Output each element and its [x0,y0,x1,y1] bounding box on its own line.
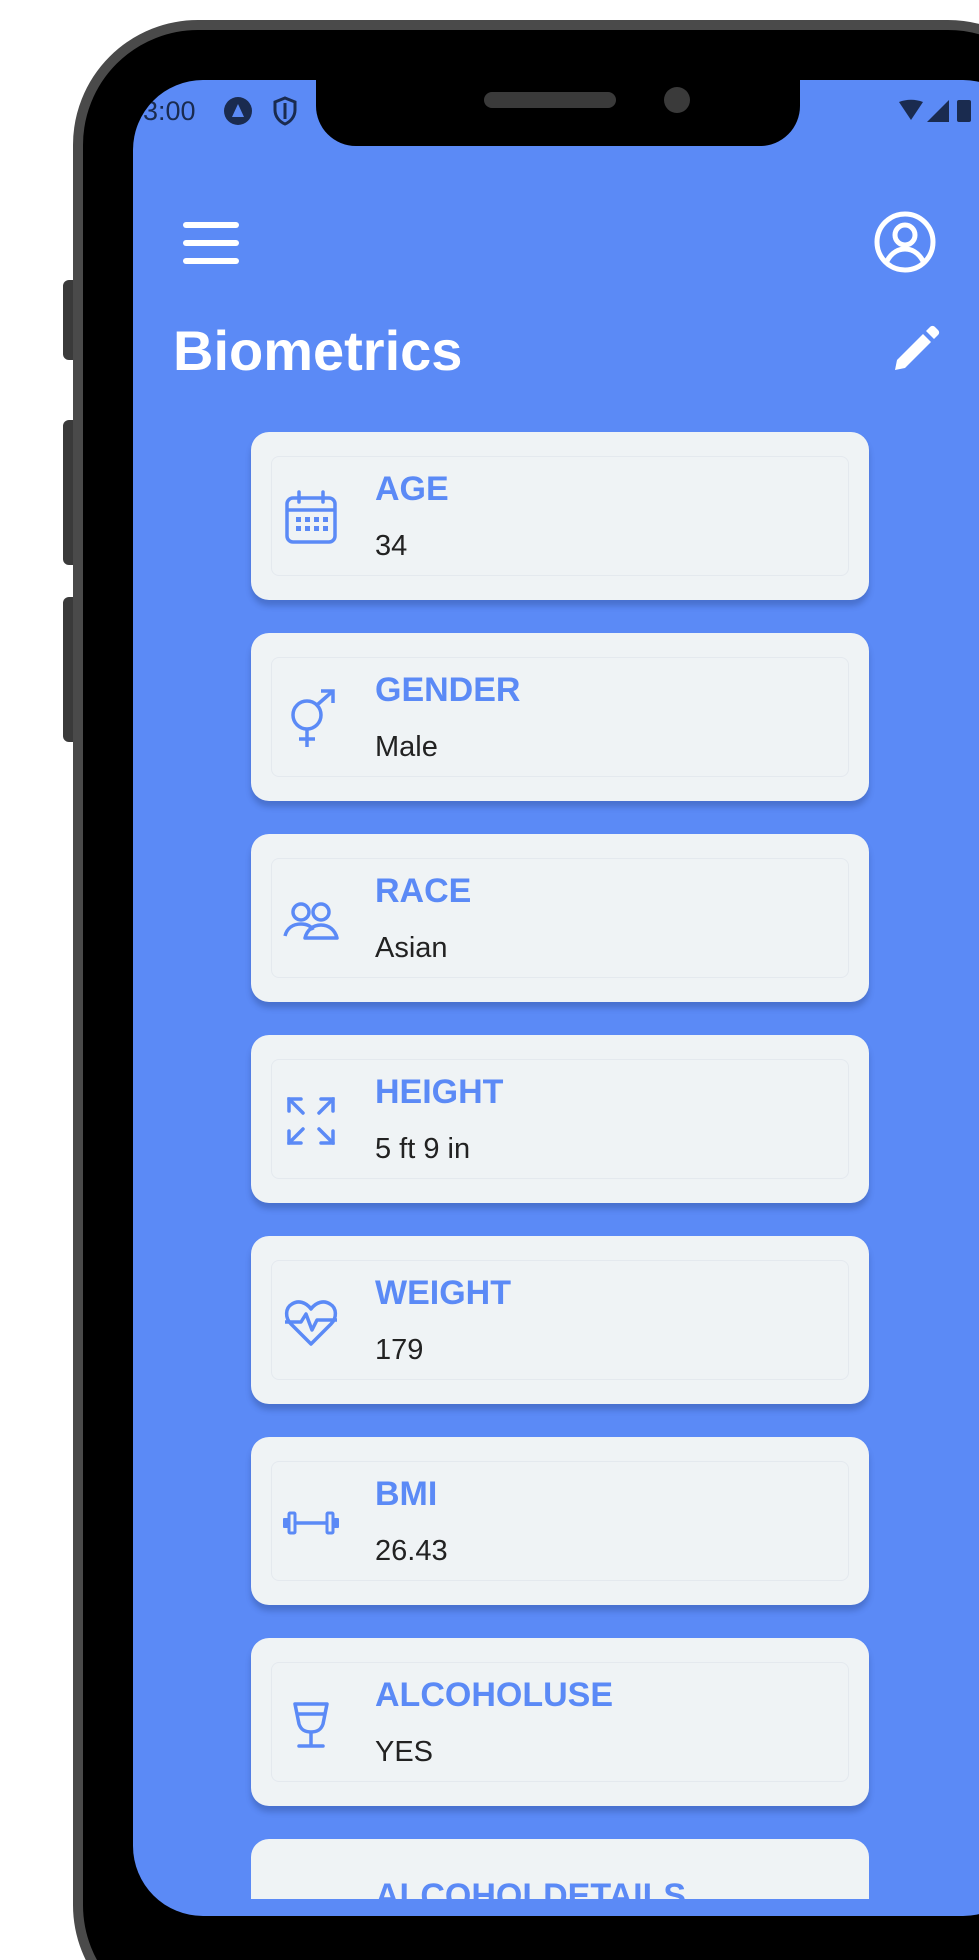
shield-icon [273,96,297,126]
heart-pulse-icon [284,1300,338,1346]
speaker [484,92,616,108]
page-title: Biometrics [173,319,463,382]
status-time: 3:00 [143,96,196,126]
battery-icon [957,100,971,122]
card-label: ALCOHOLUSE [375,1676,613,1714]
card-value: 5 ft 9 in [375,1133,471,1165]
device-mockup: 3:00 Biometrics AGE 34 GENDER Male RACE … [0,0,979,1960]
card-alcoholuse[interactable]: ALCOHOLUSE YES [251,1638,869,1806]
card-value: Male [375,731,438,763]
card-label: RACE [375,872,472,910]
calendar-icon [285,490,337,544]
card-gender[interactable]: GENDER Male [251,633,869,801]
card-age[interactable]: AGE 34 [251,432,869,600]
card-race[interactable]: RACE Asian [251,834,869,1002]
card-inner [271,1059,849,1179]
card-inner [271,1461,849,1581]
card-label: ALCOHOLDETAILS [375,1877,687,1899]
card-height[interactable]: HEIGHT 5 ft 9 in [251,1035,869,1203]
card-label: GENDER [375,671,521,709]
card-alcoholdetails[interactable]: ALCOHOLDETAILS [251,1839,869,1899]
card-value: 34 [375,530,408,562]
notch [316,80,800,146]
wifi-icon [899,99,923,120]
card-label: WEIGHT [375,1274,511,1312]
wine-glass-icon [293,1702,329,1748]
card-inner [271,858,849,978]
biometrics-list: AGE 34 GENDER Male RACE Asian HEIGHT 5 f… [251,432,869,1916]
app-screen: 3:00 Biometrics AGE 34 GENDER Male RACE … [133,80,979,1916]
front-camera [664,87,690,113]
account-icon[interactable] [873,210,937,274]
gender-icon [291,689,335,747]
card-inner [271,657,849,777]
edit-pencil-icon[interactable] [889,324,941,376]
card-value: 179 [375,1334,424,1366]
status-indicators [873,96,979,131]
card-value: Asian [375,932,448,964]
card-weight[interactable]: WEIGHT 179 [251,1236,869,1404]
card-inner [271,456,849,576]
dumbbell-icon [283,1511,339,1535]
signal-icons [899,99,971,122]
people-icon [283,902,339,940]
app-notification-icon [224,97,252,125]
cell-signal-icon [927,100,949,122]
card-label: AGE [375,470,449,508]
card-bmi[interactable]: BMI 26.43 [251,1437,869,1605]
card-label: BMI [375,1475,438,1513]
card-inner [271,1260,849,1380]
hamburger-menu-icon[interactable] [181,220,241,266]
card-value: 26.43 [375,1535,448,1567]
expand-arrows-icon [287,1097,335,1145]
card-label: HEIGHT [375,1073,504,1111]
card-value: YES [375,1736,434,1768]
